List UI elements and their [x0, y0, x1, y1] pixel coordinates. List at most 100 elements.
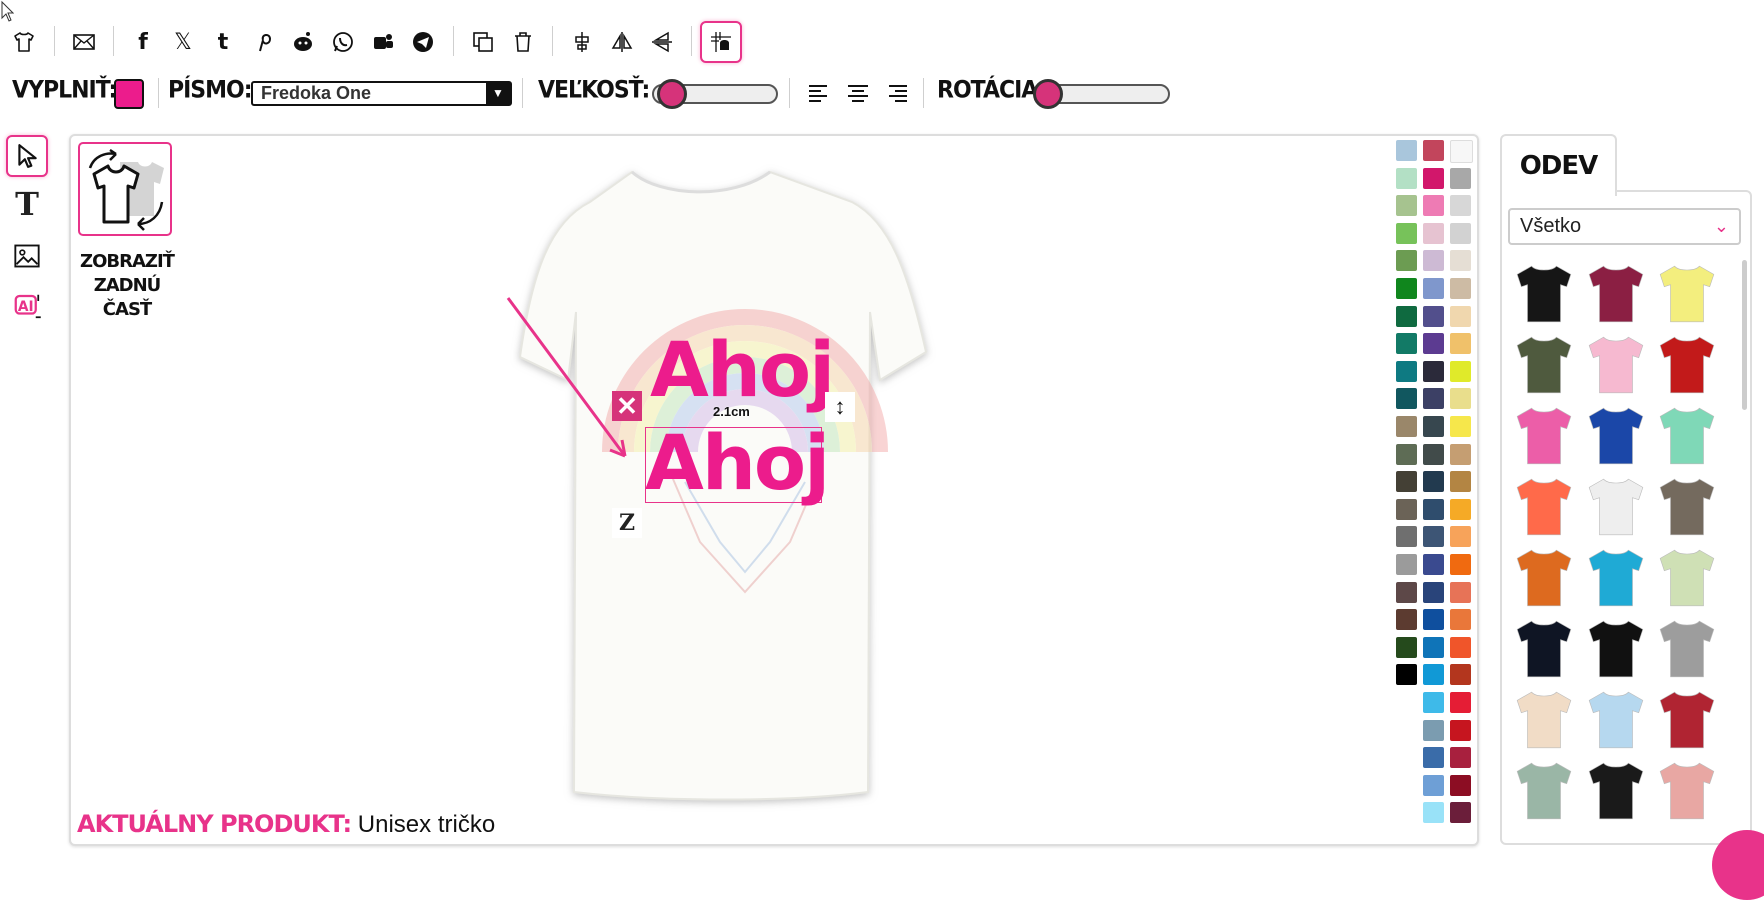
fill-color-swatch[interactable]: [114, 79, 144, 109]
color-swatch[interactable]: [1450, 802, 1471, 824]
clothing-item[interactable]: [1585, 617, 1647, 681]
color-swatch[interactable]: [1396, 498, 1417, 520]
color-swatch[interactable]: [1423, 167, 1444, 189]
color-swatch[interactable]: [1450, 498, 1471, 520]
color-swatch[interactable]: [1423, 498, 1444, 520]
image-tool-icon[interactable]: [8, 237, 46, 275]
color-swatch[interactable]: [1450, 471, 1471, 493]
color-swatch[interactable]: [1396, 305, 1417, 327]
color-swatch[interactable]: [1423, 747, 1444, 769]
show-back-button[interactable]: [78, 142, 172, 236]
pinterest-icon[interactable]: [245, 24, 281, 60]
color-swatch[interactable]: [1423, 305, 1444, 327]
clothing-item[interactable]: [1585, 759, 1647, 823]
color-swatch[interactable]: [1450, 526, 1471, 548]
flip-horizontal-icon[interactable]: [604, 24, 640, 60]
ai-tool-icon[interactable]: AI: [8, 287, 46, 325]
color-swatch[interactable]: [1423, 526, 1444, 548]
flip-vertical-icon[interactable]: [644, 24, 680, 60]
grid-icon[interactable]: [700, 21, 742, 63]
color-swatch[interactable]: [1450, 719, 1471, 741]
tshirt-icon[interactable]: [6, 24, 42, 60]
color-swatch[interactable]: [1396, 636, 1417, 658]
color-swatch[interactable]: [1423, 664, 1444, 686]
clothing-item[interactable]: [1513, 688, 1575, 752]
whatsapp-icon[interactable]: [325, 24, 361, 60]
color-swatch[interactable]: [1450, 416, 1471, 437]
color-swatch[interactable]: [1396, 333, 1417, 355]
clothing-item[interactable]: [1585, 546, 1647, 610]
color-swatch[interactable]: [1423, 802, 1444, 824]
tumblr-icon[interactable]: t: [205, 24, 241, 60]
clothing-item[interactable]: [1513, 759, 1575, 823]
color-swatch[interactable]: [1450, 222, 1471, 244]
color-swatch[interactable]: [1423, 471, 1444, 493]
size-slider-knob[interactable]: [657, 79, 687, 109]
clothing-item[interactable]: [1513, 546, 1575, 610]
clothing-item[interactable]: [1585, 262, 1647, 326]
color-swatch[interactable]: [1450, 581, 1471, 603]
color-swatch[interactable]: [1450, 443, 1471, 465]
color-swatch[interactable]: [1423, 636, 1444, 658]
color-swatch[interactable]: [1396, 416, 1417, 437]
color-swatch[interactable]: [1396, 526, 1417, 548]
duplicate-icon[interactable]: [465, 24, 501, 60]
color-swatch[interactable]: [1423, 609, 1444, 631]
color-swatch[interactable]: [1450, 554, 1471, 575]
clothing-item[interactable]: [1513, 333, 1575, 397]
teams-icon[interactable]: [365, 24, 401, 60]
x-icon[interactable]: 𝕏: [165, 24, 201, 60]
design-text-selected[interactable]: Ahoj: [645, 423, 830, 503]
color-swatch[interactable]: [1423, 416, 1444, 437]
rotation-slider-knob[interactable]: [1033, 79, 1063, 109]
color-swatch[interactable]: [1396, 278, 1417, 299]
color-swatch[interactable]: [1423, 333, 1444, 355]
color-swatch[interactable]: [1396, 554, 1417, 575]
telegram-icon[interactable]: [405, 24, 441, 60]
font-select[interactable]: Fredoka One ▼: [251, 81, 512, 106]
color-swatch[interactable]: [1450, 692, 1471, 713]
clothing-item[interactable]: [1656, 688, 1718, 752]
color-swatch[interactable]: [1423, 554, 1444, 575]
color-swatch[interactable]: [1396, 443, 1417, 465]
reddit-icon[interactable]: [285, 24, 321, 60]
color-swatch[interactable]: [1423, 719, 1444, 741]
color-swatch[interactable]: [1396, 140, 1417, 161]
select-tool[interactable]: [6, 135, 48, 177]
clothing-item[interactable]: [1656, 546, 1718, 610]
color-swatch[interactable]: [1396, 195, 1417, 217]
color-swatch[interactable]: [1423, 692, 1444, 713]
color-swatch[interactable]: [1423, 388, 1444, 410]
clothing-item[interactable]: [1513, 617, 1575, 681]
color-swatch[interactable]: [1450, 250, 1471, 272]
color-swatch[interactable]: [1396, 360, 1417, 382]
align-center-icon[interactable]: [846, 82, 870, 106]
color-swatch[interactable]: [1450, 636, 1471, 658]
clothing-item[interactable]: [1585, 475, 1647, 539]
align-left-icon[interactable]: [807, 82, 831, 106]
color-swatch[interactable]: [1396, 250, 1417, 272]
clothing-item[interactable]: [1585, 333, 1647, 397]
color-swatch[interactable]: [1423, 195, 1444, 217]
color-swatch[interactable]: [1450, 664, 1471, 686]
color-swatch[interactable]: [1450, 747, 1471, 769]
color-swatch[interactable]: [1423, 443, 1444, 465]
delete-element-icon[interactable]: ✕: [612, 391, 642, 421]
clothing-item[interactable]: [1656, 759, 1718, 823]
text-tool-icon[interactable]: T: [8, 185, 46, 223]
color-swatch[interactable]: [1450, 609, 1471, 631]
clothing-item[interactable]: [1513, 404, 1575, 468]
clothing-item[interactable]: [1656, 262, 1718, 326]
trash-icon[interactable]: [505, 24, 541, 60]
center-align-icon[interactable]: [564, 24, 600, 60]
color-swatch[interactable]: [1423, 278, 1444, 299]
clothing-item[interactable]: [1656, 333, 1718, 397]
color-swatch[interactable]: [1423, 360, 1444, 382]
color-swatch[interactable]: [1423, 581, 1444, 603]
color-swatch[interactable]: [1450, 195, 1471, 217]
color-swatch[interactable]: [1450, 774, 1471, 796]
color-swatch[interactable]: [1396, 471, 1417, 493]
design-text-top[interactable]: Ahoj: [650, 330, 835, 410]
color-swatch[interactable]: [1450, 278, 1471, 299]
clothing-item[interactable]: [1656, 475, 1718, 539]
